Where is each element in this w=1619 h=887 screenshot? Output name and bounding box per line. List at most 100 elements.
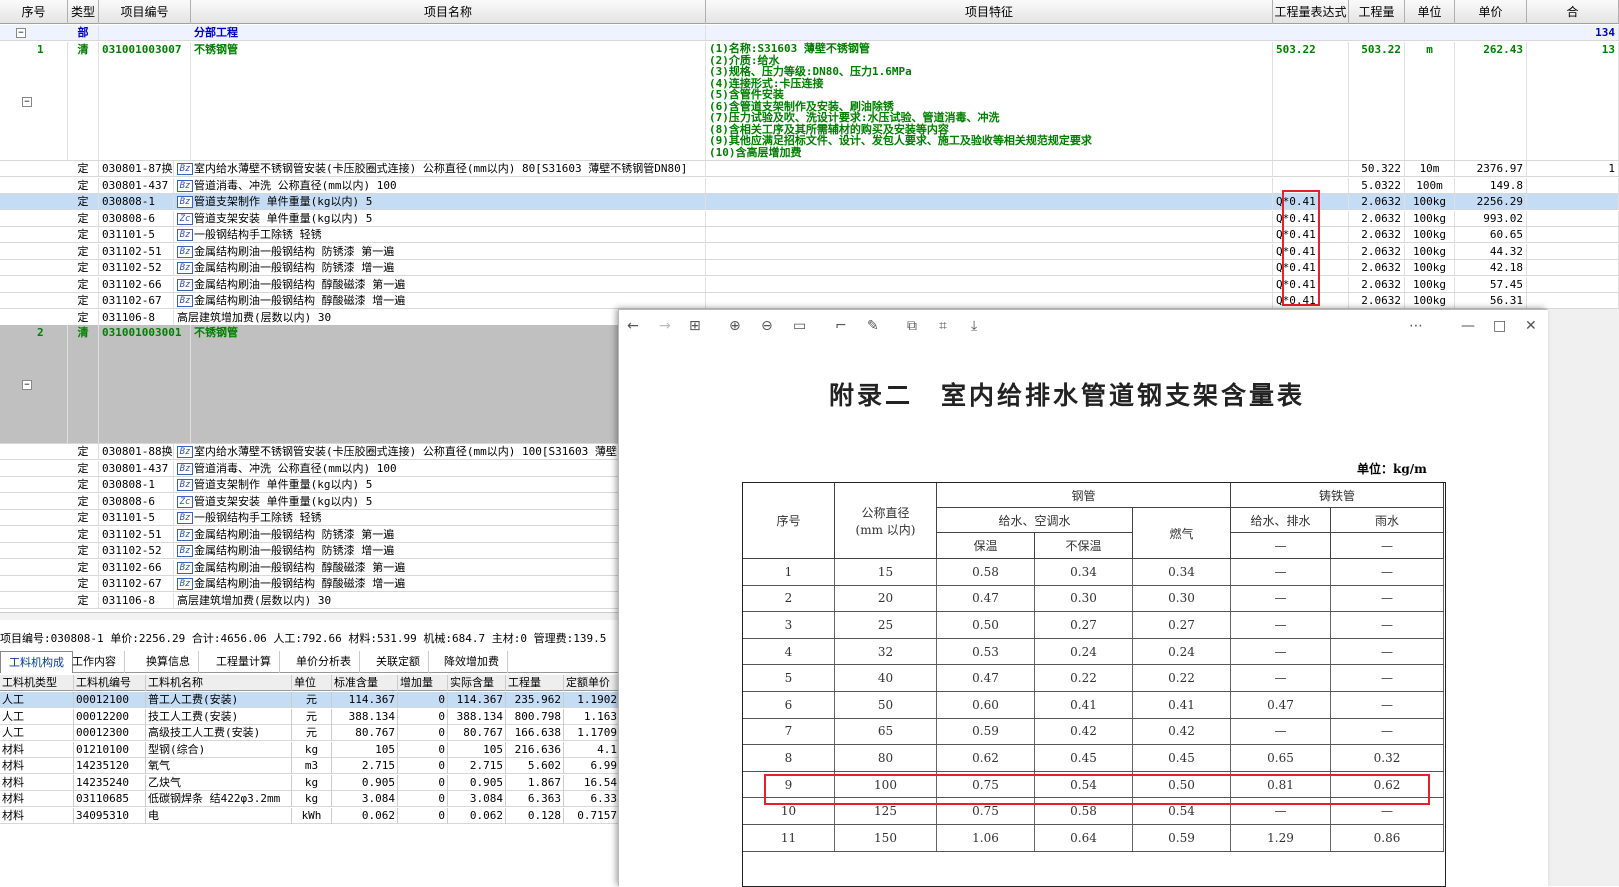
quota-tag-icon[interactable]: Bz <box>177 446 193 458</box>
resource-row[interactable]: 人工 00012200 技工人工费(安装) 元 388.134 0 388.134 800.7… <box>0 708 620 725</box>
resource-col-2[interactable]: 工料机名称 <box>146 675 292 691</box>
resource-col-4[interactable]: 标准含量 <box>332 675 398 691</box>
quota-row[interactable]: 定 030808-1 Bz 管道支架制作 单件重量(kg以内) 5 Q*0.41 2.06… <box>0 194 1619 210</box>
quota-row[interactable]: 定 031102-66 Bz 金属结构刷油一般钢结构 醇酸磁漆 第一遍 Q*0.41 2.… <box>0 276 1619 293</box>
resource-cell: 80.767 <box>332 725 398 741</box>
resource-col-0[interactable]: 工料机类型 <box>0 675 74 691</box>
quota-feature <box>706 177 1273 193</box>
grid-header: 序号 类型 项目编号 项目名称 项目特征 工程量表达式 工程量 单位 单价 合 <box>0 0 1619 24</box>
scan-icon[interactable]: ⌗ <box>939 316 947 336</box>
quota-tag-icon[interactable]: Bz <box>177 528 193 541</box>
quota-tag-icon[interactable]: Bz <box>177 578 193 590</box>
item-expr[interactable]: 503.22 <box>1273 42 1349 160</box>
minimize-icon[interactable]: — <box>1461 316 1475 336</box>
quota-tag-icon[interactable]: Bz <box>177 229 193 241</box>
quota-tag-icon[interactable]: Bz <box>177 545 193 557</box>
resource-row[interactable]: 材料 01210100 型钢(综合) kg 105 0 105 216.636 4.1 <box>0 741 620 758</box>
col-name[interactable]: 项目名称 <box>191 0 706 24</box>
resource-cell: 1.1709 <box>564 725 620 741</box>
quota-tag-icon[interactable]: Bz <box>177 561 193 574</box>
col-expr[interactable]: 工程量表达式 <box>1273 0 1349 24</box>
quota-row[interactable]: 定 030801-87换 Bz 室内给水薄壁不锈钢管安装(卡压胶圈式连接) 公称直径(… <box>0 161 1619 177</box>
resource-row[interactable]: 材料 03110685 低碳钢焊条 结422φ3.2mm kg 3.084 0 3.084 6… <box>0 791 620 807</box>
copy-icon[interactable]: ⧉ <box>907 316 917 336</box>
resource-row[interactable]: 材料 14235120 氧气 m3 2.715 0 2.715 5.602 6.99 <box>0 758 620 774</box>
edit-icon[interactable]: ✎ <box>867 316 879 336</box>
quota-tag-icon[interactable]: Bz <box>177 163 193 175</box>
quota-tag-icon[interactable]: Bz <box>177 278 193 291</box>
resource-col-5[interactable]: 增加量 <box>398 675 448 691</box>
zoom-out-icon[interactable]: ⊖ <box>761 316 773 336</box>
close-icon[interactable]: ✕ <box>1525 316 1537 336</box>
quota-tag-icon[interactable]: Bz <box>177 196 193 208</box>
resource-cell: 1.1902 <box>564 692 620 708</box>
resource-row[interactable]: 材料 14235240 乙炔气 kg 0.905 0 0.905 1.867 16.54 <box>0 774 620 791</box>
part-row[interactable]: − 部 分部工程 134 <box>0 25 1619 41</box>
quota-row[interactable]: 定 031102-51 Bz 金属结构刷油一般钢结构 防锈漆 第一遍 Q*0.41 2.0… <box>0 243 1619 260</box>
tab-3[interactable]: 工程量计算 <box>208 651 280 673</box>
quota-expr[interactable] <box>1273 161 1349 176</box>
resource-row[interactable]: 人工 00012100 普工人工费(安装) 元 114.367 0 114.367 235.9… <box>0 692 620 708</box>
collapse-icon[interactable]: − <box>22 380 32 390</box>
col-unit[interactable]: 单位 <box>1405 0 1455 24</box>
forward-icon[interactable]: → <box>659 316 671 336</box>
tab-4[interactable]: 单价分析表 <box>288 651 360 673</box>
support-cell: 7 <box>743 718 835 745</box>
quota-tag-icon[interactable]: Bz <box>177 179 193 192</box>
quota-tag-icon[interactable]: Bz <box>177 262 193 274</box>
save-icon[interactable]: ⤓ <box>971 316 977 336</box>
quota-unit: 100kg <box>1405 276 1455 292</box>
resource-row[interactable]: 材料 34095310 电 kWh 0.062 0 0.062 0.128 0.7157 <box>0 807 620 824</box>
v-scrollbar[interactable] <box>1547 309 1619 886</box>
quota-tag-icon[interactable]: Bz <box>177 245 193 258</box>
collapse-icon[interactable]: − <box>16 28 26 38</box>
quota-row[interactable]: 定 031102-52 Bz 金属结构刷油一般钢结构 防锈漆 增一遍 Q*0.41 2.0… <box>0 260 1619 276</box>
resource-col-6[interactable]: 实际含量 <box>448 675 506 691</box>
tab-6[interactable]: 降效增加费 <box>436 651 508 673</box>
more-icon[interactable]: ⋯ <box>1409 316 1423 336</box>
tab-5[interactable]: 关联定额 <box>368 651 429 673</box>
col-code[interactable]: 项目编号 <box>99 0 191 24</box>
back-icon[interactable]: ← <box>627 316 639 336</box>
crop-icon[interactable]: ⌐ <box>835 316 847 336</box>
resource-table[interactable]: 工料机类型 工料机编号 工料机名称 单位 标准含量 增加量 实际含量 工程量 定额单价 人工 000… <box>0 675 620 886</box>
col-price[interactable]: 单价 <box>1455 0 1527 24</box>
collapse-icon[interactable]: − <box>22 97 32 107</box>
h-scrollbar[interactable] <box>0 612 618 620</box>
grid-icon[interactable]: ⊞ <box>689 316 701 336</box>
quota-code: 030801-88换 <box>99 444 174 459</box>
resource-col-3[interactable]: 单位 <box>292 675 332 691</box>
quota-code: 031102-52 <box>99 543 174 558</box>
col-feature[interactable]: 项目特征 <box>706 0 1273 24</box>
quota-tag-icon[interactable]: Zc <box>177 495 193 508</box>
quota-row[interactable]: 定 030808-6 Zc 管道支架安装 单件重量(kg以内) 5 Q*0.41 2.06… <box>0 210 1619 227</box>
fit-icon[interactable]: ▭ <box>793 316 806 336</box>
item-seq: 2 <box>34 325 68 443</box>
resource-row[interactable]: 人工 00012300 高级技工人工费(安装) 元 80.767 0 80.767 166.6… <box>0 725 620 741</box>
zoom-in-icon[interactable]: ⊕ <box>729 316 741 336</box>
col-qty[interactable]: 工程量 <box>1349 0 1405 24</box>
quota-tag-icon[interactable]: Bz <box>177 295 193 307</box>
col-seq[interactable]: 序号 <box>0 0 68 24</box>
quota-unit: 100kg <box>1405 260 1455 275</box>
col-total[interactable]: 合 <box>1527 0 1619 24</box>
quota-row[interactable]: 定 031101-5 Bz 一般钢结构手工除锈 轻锈 Q*0.41 2.0632 100kg… <box>0 227 1619 243</box>
quota-row[interactable]: 定 031102-67 Bz 金属结构刷油一般钢结构 醇酸磁漆 增一遍 Q*0.41 2.… <box>0 293 1619 309</box>
resource-cell: 材料 <box>0 774 74 791</box>
item-row[interactable]: − 1 清 031001003007 不锈钢管 (1)名称:S31603 薄壁不… <box>0 42 1619 161</box>
image-viewer-window[interactable]: ← → ⊞ ⊕ ⊖ ▭ ⌐ ✎ ⧉ ⌗ ⤓ ⋯ — □ ✕ 附录二 室内给排水管… <box>618 309 1548 887</box>
tab-2[interactable]: 换算信息 <box>138 651 199 673</box>
tab-1[interactable]: 工作内容 <box>64 651 125 673</box>
resource-col-1[interactable]: 工料机编号 <box>74 675 146 691</box>
quota-tag-icon[interactable]: Bz <box>177 512 193 524</box>
quota-row[interactable]: 定 030801-437 Bz 管道消毒、冲洗 公称直径(mm以内) 100 5.032… <box>0 177 1619 194</box>
resource-col-7[interactable]: 工程量 <box>506 675 564 691</box>
quota-tag-icon[interactable]: Bz <box>177 462 193 475</box>
quota-code: 031101-5 <box>99 227 174 242</box>
quota-tag-icon[interactable]: Zc <box>177 212 193 225</box>
quota-tag-icon[interactable]: Bz <box>177 479 193 491</box>
col-type[interactable]: 类型 <box>68 0 99 24</box>
resource-col-8[interactable]: 定额单价 <box>564 675 620 691</box>
maximize-icon[interactable]: □ <box>1493 316 1506 336</box>
tab-0[interactable]: 工料机构成 <box>0 651 73 673</box>
